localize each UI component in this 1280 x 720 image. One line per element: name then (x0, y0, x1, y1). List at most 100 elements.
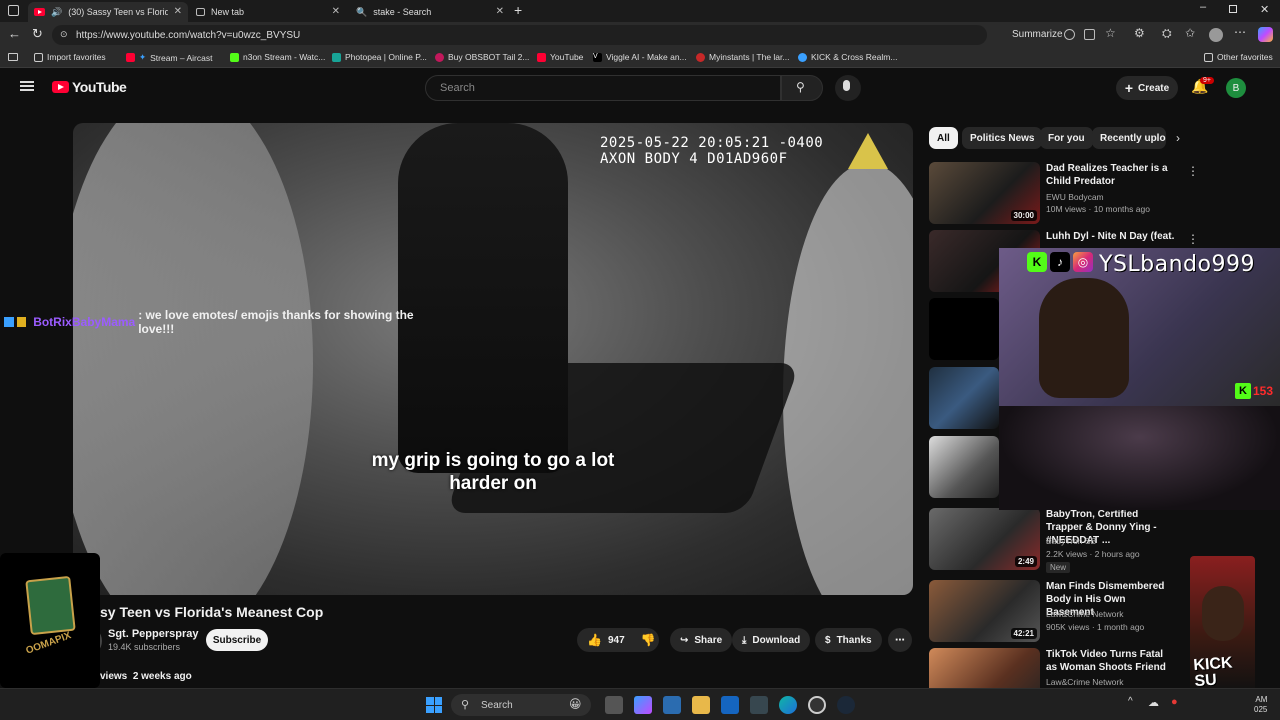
favorite-star-icon[interactable]: ☆ (1105, 26, 1116, 40)
profile-avatar-icon[interactable] (1209, 28, 1223, 42)
tab-title: stake - Search (373, 7, 432, 17)
video-player[interactable]: 2025-05-22 20:05:21 -0400 AXON BODY 4 D0… (73, 123, 913, 595)
video-title[interactable]: Luhh Dyl - Nite N Day (feat. (1046, 230, 1176, 243)
channel-name[interactable]: Law&Crime Network (1046, 609, 1123, 619)
account-avatar[interactable]: B (1226, 78, 1246, 98)
video-thumbnail[interactable] (929, 367, 999, 429)
more-actions-button[interactable]: ⋯ (888, 628, 912, 652)
download-button[interactable]: ⤓ Download (732, 628, 811, 652)
split-screen-icon[interactable] (1084, 29, 1095, 40)
close-tab-icon[interactable]: ✕ (496, 6, 504, 17)
video-thumbnail[interactable]: 42:21 (929, 580, 1040, 642)
close-window-icon[interactable]: ✕ (1260, 3, 1269, 16)
restore-window-icon[interactable] (1229, 5, 1237, 13)
bookmark-myinstants[interactable]: Myinstants | The lar... (696, 52, 789, 62)
video-title[interactable]: Dad Realizes Teacher is a Child Predator (1046, 162, 1176, 188)
microphone-tray-icon[interactable]: ● (1171, 696, 1178, 708)
summarize-button[interactable]: Summarize (1012, 29, 1063, 40)
video-options-icon[interactable]: ⋮ (1187, 232, 1199, 246)
video-thumbnail[interactable]: 2:49 (929, 508, 1040, 570)
audio-playing-icon[interactable]: 🔊 (51, 7, 62, 18)
tab-new-tab[interactable]: New tab ✕ (190, 2, 346, 22)
bookmark-other-favorites[interactable]: Other favorites (1204, 52, 1273, 62)
favorites-icon[interactable]: ✩ (1185, 26, 1195, 40)
recommended-video[interactable]: TikTok Video Turns Fatal as Woman Shoots… (929, 648, 1189, 688)
recommended-video[interactable]: 42:21 Man Finds Dismembered Body in His … (929, 580, 1189, 644)
chip-all[interactable]: All (929, 127, 958, 149)
video-options-icon[interactable]: ⋮ (1187, 164, 1199, 178)
dislike-thumb-icon[interactable]: 👎 (641, 633, 656, 647)
edge-browser-icon[interactable] (779, 696, 797, 714)
close-tab-icon[interactable]: ✕ (174, 6, 182, 17)
bookmark-youtube[interactable]: YouTube (537, 52, 583, 62)
more-options-icon[interactable]: ⋯ (1234, 25, 1246, 39)
tab-stake-search[interactable]: 🔍 stake - Search ✕ (350, 2, 510, 22)
address-bar[interactable]: ⊙ https://www.youtube.com/watch?v=u0wzc_… (52, 25, 1063, 45)
video-thumbnail[interactable] (929, 436, 999, 498)
site-info-icon[interactable]: ⊙ (60, 29, 68, 40)
close-tab-icon[interactable]: ✕ (332, 6, 340, 17)
tray-overflow-chevron-icon[interactable]: ^ (1128, 696, 1133, 707)
windows-taskbar: ⚲ Search 😀 ^ ☁ ● AM 025 (0, 688, 1280, 720)
chip-politics-news[interactable]: Politics News (962, 127, 1043, 149)
bookmark-obsbot[interactable]: Buy OBSBOT Tail 2... (435, 52, 529, 62)
taskbar-search-input[interactable]: ⚲ Search 😀 (451, 694, 591, 716)
kick-favicon-icon (230, 52, 239, 62)
sidebar-toggle-icon[interactable] (8, 53, 18, 61)
windows-start-icon[interactable] (426, 697, 442, 713)
tab-youtube-video[interactable]: 🔊 (30) Sassy Teen vs Florida's M ✕ (28, 2, 188, 22)
minimize-window-icon[interactable]: – (1200, 1, 1206, 13)
back-arrow-icon[interactable]: ← (8, 26, 21, 41)
subscribe-button[interactable]: Subscribe (206, 629, 268, 651)
copilot-icon[interactable] (1258, 27, 1273, 42)
onedrive-cloud-icon[interactable]: ☁ (1148, 696, 1159, 709)
youtube-header: YouTube Search ⚲ + Create 🔔 9+ B (0, 68, 1280, 108)
file-explorer-icon[interactable] (692, 696, 710, 714)
microsoft-store-icon[interactable] (663, 696, 681, 714)
video-thumbnail[interactable]: 30:00 (929, 162, 1040, 224)
new-tab-plus-icon[interactable]: + (514, 2, 522, 18)
chip-recently-uploaded[interactable]: Recently uploa (1092, 127, 1166, 149)
system-clock[interactable]: AM 025 (1254, 695, 1267, 715)
obs-studio-icon[interactable] (808, 696, 826, 714)
recommended-video[interactable]: 2:49 BabyTron, Certified Trapper & Donny… (929, 508, 1189, 573)
steam-icon[interactable] (837, 696, 855, 714)
search-button[interactable]: ⚲ (781, 75, 823, 101)
extensions-icon[interactable]: ⚙ (1134, 26, 1145, 40)
photos-icon[interactable] (750, 696, 768, 714)
bookmark-viggle[interactable]: V Viggle AI - Make an... (593, 52, 687, 62)
bookmark-kick-cross-realm[interactable]: KICK & Cross Realm... (798, 52, 897, 62)
task-view-icon[interactable] (605, 696, 623, 714)
video-thumbnail[interactable] (929, 648, 1040, 688)
search-input[interactable]: Search (425, 75, 781, 101)
bookmark-aircast[interactable]: ✦ Stream – Aircast (126, 52, 212, 63)
like-count[interactable]: 947 (608, 635, 625, 646)
like-thumb-icon[interactable]: 👍 (587, 633, 602, 647)
hamburger-menu-icon[interactable] (20, 81, 34, 91)
video-frame-door (73, 123, 313, 595)
copilot-taskbar-icon[interactable] (634, 696, 652, 714)
create-button[interactable]: + Create (1116, 76, 1178, 100)
channel-name[interactable]: BabyTron SB (1046, 536, 1096, 546)
youtube-logo-icon[interactable] (52, 81, 69, 93)
bookmark-photopea[interactable]: Photopea | Online P... (332, 52, 427, 62)
channel-name[interactable]: Sgt. Pepperspray (108, 628, 198, 640)
refresh-icon[interactable]: ↻ (32, 26, 43, 42)
outlook-icon[interactable] (721, 696, 739, 714)
chip-for-you[interactable]: For you (1040, 127, 1093, 149)
bookmark-import-favorites[interactable]: Import favorites (34, 52, 106, 62)
video-thumbnail[interactable] (929, 298, 999, 360)
channel-name[interactable]: EWU Bodycam (1046, 192, 1104, 202)
thanks-button[interactable]: $ Thanks (815, 628, 882, 652)
chips-next-chevron-icon[interactable]: › (1176, 131, 1180, 145)
video-title[interactable]: TikTok Video Turns Fatal as Woman Shoots… (1046, 648, 1176, 674)
recommended-video[interactable]: 30:00 Dad Realizes Teacher is a Child Pr… (929, 162, 1199, 226)
voice-search-button[interactable] (835, 75, 861, 101)
youtube-logo-text[interactable]: YouTube (72, 79, 127, 95)
channel-name[interactable]: Law&Crime Network (1046, 677, 1123, 687)
bookmark-n3on[interactable]: n3on Stream - Watc... (230, 52, 325, 62)
window-menu-icon[interactable] (8, 5, 19, 16)
copilot-summarize-icon[interactable] (1064, 29, 1075, 40)
share-button[interactable]: ↪ Share (670, 628, 733, 652)
extension-icon[interactable]: ⛭ (1162, 26, 1172, 41)
